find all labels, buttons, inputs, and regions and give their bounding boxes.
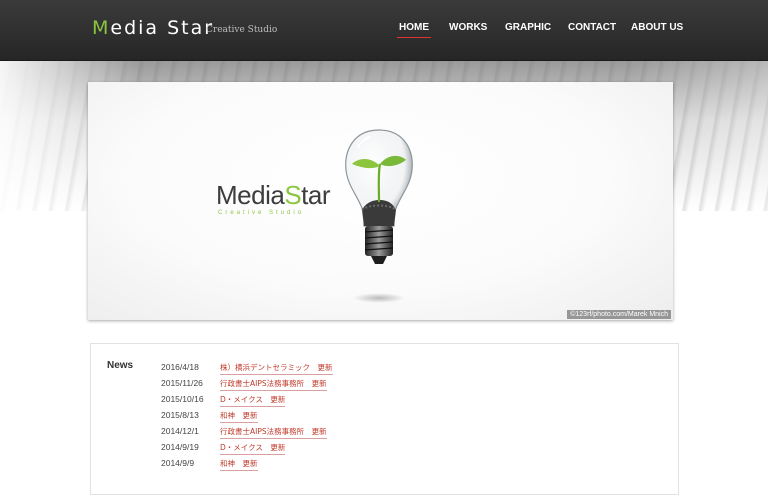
news-link[interactable]: 和神 更新 (220, 410, 258, 423)
news-link[interactable]: D・メイクス 更新 (220, 394, 286, 407)
logo-text: edia Star (110, 17, 215, 39)
news-link[interactable]: 行政書士AIPS法務事務所 更新 (220, 378, 327, 391)
site-header: Media Star Creative Studio HOME WORKS GR… (0, 0, 768, 61)
news-date: 2014/9/19 (161, 442, 199, 452)
hero-logo-part2: tar (301, 180, 331, 210)
hero-subtitle: Creative Studio (218, 210, 305, 216)
photo-credit: ©123rf/photo.com/Marek Mnich (567, 310, 671, 319)
hero-logo: MediaStar (216, 180, 331, 211)
news-link[interactable]: 行政書士AIPS法務事務所 更新 (220, 426, 327, 439)
lightbulb-sprout-image (345, 129, 413, 303)
hero-logo-accent: S (284, 180, 302, 210)
nav-works[interactable]: WORKS (449, 22, 487, 33)
hero-logo-part1: Media (216, 180, 285, 210)
news-date: 2016/4/18 (161, 362, 199, 372)
news-link[interactable]: D・メイクス 更新 (220, 442, 286, 455)
site-tagline: Creative Studio (206, 25, 278, 35)
news-date: 2015/11/26 (161, 378, 203, 388)
news-date: 2014/9/9 (161, 458, 195, 468)
news-link[interactable]: 株）横浜デントセラミック 更新 (220, 362, 333, 375)
nav-contact[interactable]: CONTACT (568, 22, 616, 33)
news-title: News (107, 360, 134, 371)
logo-initial: M (92, 17, 111, 39)
news-date: 2014/12/1 (161, 426, 199, 436)
hero-banner: MediaStar Creative Studio ©123rf/photo.c… (88, 82, 673, 320)
nav-about-us[interactable]: ABOUT US (631, 22, 683, 33)
news-section: News 2016/4/18 株）横浜デントセラミック 更新 2015/11/2… (90, 343, 679, 495)
nav-graphic[interactable]: GRAPHIC (505, 22, 551, 33)
news-link[interactable]: 和神 更新 (220, 458, 258, 471)
news-date: 2015/8/13 (161, 410, 199, 420)
news-date: 2015/10/16 (161, 394, 204, 404)
nav-home[interactable]: HOME (397, 22, 431, 38)
site-logo[interactable]: Media Star (92, 17, 214, 39)
